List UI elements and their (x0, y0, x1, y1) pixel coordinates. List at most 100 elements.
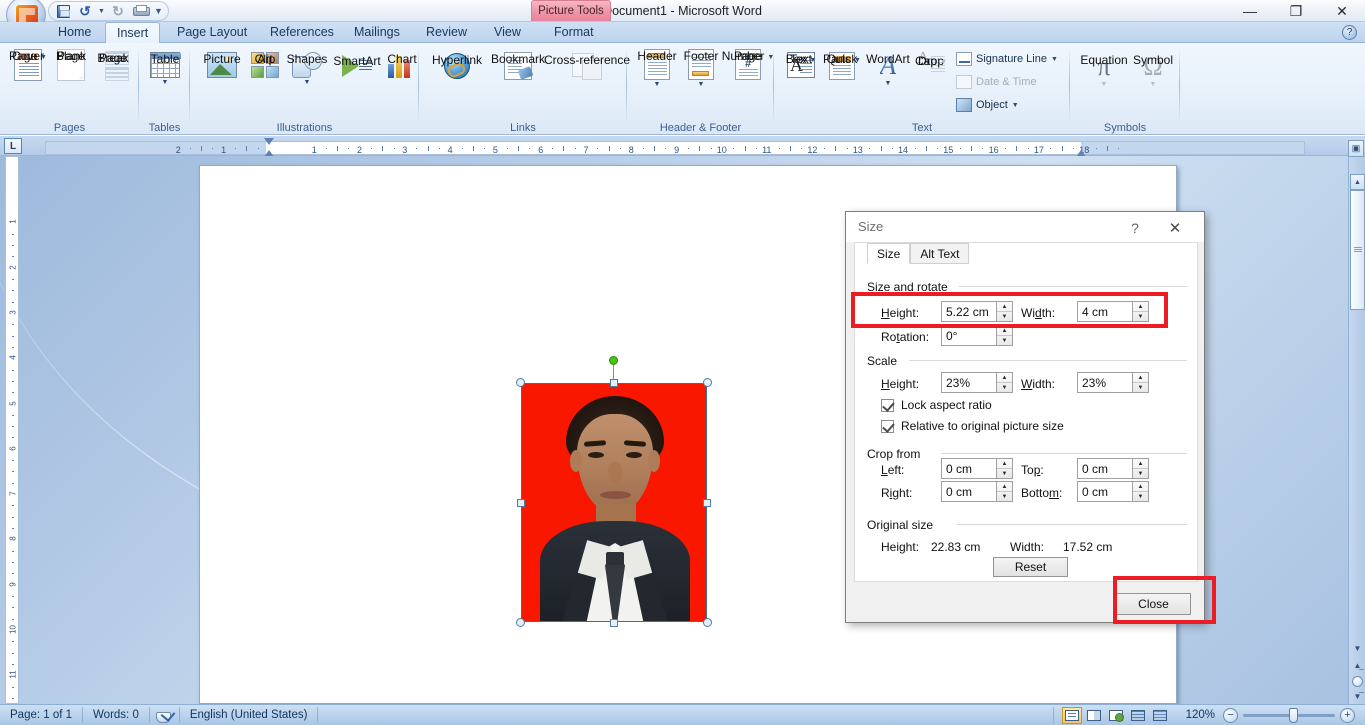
scroll-down-button[interactable]: ▼ (1350, 641, 1365, 656)
scale-height-spin-up[interactable]: ▲ (997, 373, 1012, 383)
equation-button[interactable]: π Equation ▼ (1078, 53, 1130, 88)
scroll-up-button[interactable]: ▲ (1350, 174, 1365, 190)
picture-button[interactable]: Picture (198, 52, 246, 78)
crop-top-spin-up[interactable]: ▲ (1133, 459, 1148, 469)
tab-view[interactable]: View (483, 22, 532, 43)
resize-handle-bottom-left[interactable] (516, 618, 525, 627)
select-browse-object-button[interactable] (1352, 676, 1363, 687)
minimize-button[interactable]: — (1227, 0, 1273, 22)
blank-page-button[interactable]: Blank Page (50, 49, 92, 81)
quick-parts-button[interactable]: Quick Parts ▼ (820, 52, 864, 80)
crop-right-spin-up[interactable]: ▲ (997, 482, 1012, 492)
proofing-status-button[interactable] (150, 707, 180, 723)
crop-left-spinner[interactable]: ▲▼ (941, 458, 1013, 479)
scale-height-spin-down[interactable]: ▼ (997, 383, 1012, 392)
table-button[interactable]: Table ▼ (147, 52, 183, 86)
wordart-button[interactable]: A WordArt ▼ (864, 52, 912, 88)
drop-cap-button[interactable]: Drop Cap▼ (912, 52, 950, 78)
view-outline-button[interactable] (1128, 707, 1148, 724)
header-button[interactable]: Header ▼ (635, 49, 679, 88)
help-icon[interactable]: ? (1342, 25, 1357, 40)
restore-button[interactable]: ❐ (1273, 0, 1319, 22)
relative-to-original-checkbox[interactable] (881, 419, 894, 433)
resize-handle-top-right[interactable] (703, 378, 712, 387)
crop-top-spin-down[interactable]: ▼ (1133, 469, 1148, 478)
lock-aspect-ratio-row[interactable]: Lock aspect ratio (881, 398, 992, 412)
date-time-button[interactable]: Date & Time (956, 75, 1037, 89)
scale-width-input[interactable] (1077, 372, 1132, 393)
shapes-button[interactable]: Shapes ▼ (284, 52, 330, 86)
tab-mailings[interactable]: Mailings (343, 22, 411, 43)
cover-page-button[interactable]: Cover Page ▼ (6, 49, 50, 81)
zoom-out-button[interactable]: − (1223, 707, 1238, 723)
object-button[interactable]: Object ▼ (956, 98, 1019, 112)
close-button[interactable]: ✕ (1319, 0, 1365, 22)
crop-bottom-spin-down[interactable]: ▼ (1133, 492, 1148, 501)
scroll-thumb[interactable] (1350, 190, 1365, 310)
tab-references[interactable]: References (259, 22, 345, 43)
vertical-ruler[interactable]: 1 2 3 4 5 6 7 8 9 10 11 (5, 156, 19, 711)
crop-bottom-spin-up[interactable]: ▲ (1133, 482, 1148, 492)
relative-to-original-row[interactable]: Relative to original picture size (881, 419, 1064, 433)
selected-picture[interactable] (516, 356, 712, 627)
resize-handle-top-center[interactable] (610, 379, 618, 387)
page-number-button[interactable]: # Page Number ▼ (722, 49, 774, 80)
zoom-slider[interactable]: − + (1223, 707, 1355, 723)
crop-right-spin-down[interactable]: ▼ (997, 492, 1012, 501)
zoom-track[interactable] (1243, 707, 1335, 723)
crop-top-input[interactable] (1077, 458, 1132, 479)
tab-home[interactable]: Home (47, 22, 102, 43)
rotation-spin-down[interactable]: ▼ (997, 336, 1012, 345)
crop-right-spinner[interactable]: ▲▼ (941, 481, 1013, 502)
resize-handle-bottom-right[interactable] (703, 618, 712, 627)
signature-line-button[interactable]: Signature Line ▼ (956, 52, 1058, 66)
zoom-thumb[interactable] (1289, 707, 1298, 723)
smartart-button[interactable]: SmartArt (330, 54, 384, 78)
resize-handle-middle-left[interactable] (517, 499, 525, 507)
next-page-button[interactable]: ▼̅ (1350, 689, 1365, 704)
cross-reference-button[interactable]: Cross-reference (544, 53, 630, 80)
rotation-spinner[interactable]: ▲ ▼ (941, 325, 1013, 346)
crop-left-spin-down[interactable]: ▼ (997, 469, 1012, 478)
reset-button[interactable]: Reset (993, 557, 1068, 577)
resize-handle-middle-right[interactable] (703, 499, 711, 507)
scale-height-spinner[interactable]: ▲ ▼ (941, 372, 1013, 393)
scale-height-spinner-buttons[interactable]: ▲ ▼ (996, 372, 1013, 393)
resize-handle-top-left[interactable] (516, 378, 525, 387)
scale-width-spin-up[interactable]: ▲ (1133, 373, 1148, 383)
page-break-button[interactable]: Page Break (92, 51, 134, 81)
view-print-layout-button[interactable] (1061, 706, 1082, 724)
tab-insert[interactable]: Insert (105, 22, 161, 43)
footer-button[interactable]: Footer ▼ (679, 49, 723, 88)
dialog-help-icon[interactable]: ? (1124, 217, 1146, 239)
select-browse-object-top-button[interactable]: ▣ (1348, 140, 1364, 157)
crop-bottom-spinner[interactable]: ▲▼ (1077, 481, 1149, 502)
view-web-layout-button[interactable] (1106, 707, 1126, 724)
size-dialog[interactable]: Size ? ✕ Size Alt Text Size and rotate H… (845, 211, 1205, 623)
crop-right-input[interactable] (941, 481, 996, 502)
previous-page-button[interactable]: ▲̲ (1350, 658, 1365, 673)
chart-button[interactable]: Chart (384, 52, 420, 78)
status-page[interactable]: Page: 1 of 1 (0, 707, 84, 723)
zoom-in-button[interactable]: + (1340, 707, 1355, 723)
scale-width-spin-down[interactable]: ▼ (1133, 383, 1148, 392)
crop-bottom-input[interactable] (1077, 481, 1132, 502)
hyperlink-button[interactable]: Hyperlink (427, 53, 487, 79)
text-box-button[interactable]: A Text Box ▼ (782, 52, 820, 78)
rotation-handle[interactable] (609, 356, 618, 365)
status-language[interactable]: English (United States) (180, 707, 319, 723)
rotation-input[interactable] (941, 325, 996, 346)
resize-handle-bottom-center[interactable] (610, 619, 618, 627)
scale-width-spinner-buttons[interactable]: ▲ ▼ (1132, 372, 1149, 393)
tab-review[interactable]: Review (415, 22, 478, 43)
dialog-close-icon[interactable]: ✕ (1164, 217, 1186, 239)
vertical-scrollbar[interactable]: ▣ ▲ ▼ ▲̲ ▼̅ (1348, 140, 1365, 704)
bookmark-button[interactable]: Bookmark (487, 52, 549, 80)
status-words[interactable]: Words: 0 (83, 707, 150, 723)
dialog-tab-size[interactable]: Size (867, 243, 911, 264)
view-full-screen-reading-button[interactable] (1084, 707, 1104, 724)
lock-aspect-ratio-checkbox[interactable] (881, 398, 894, 412)
dialog-tab-alt-text[interactable]: Alt Text (910, 243, 970, 264)
clip-art-button[interactable]: Clip Art (246, 52, 284, 78)
tab-page-layout[interactable]: Page Layout (166, 22, 258, 43)
